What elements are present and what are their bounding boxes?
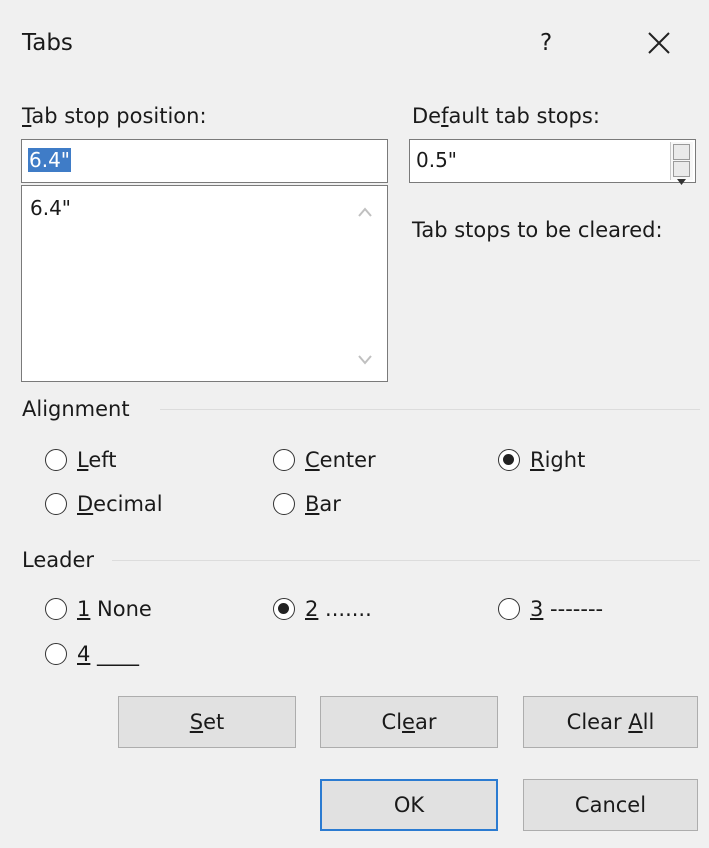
radio-label: 4 ____ <box>77 642 140 666</box>
set-button[interactable]: Set <box>118 696 296 748</box>
clear-button[interactable]: Cl e ar <box>320 696 498 748</box>
tab-stop-position-value: 6.4" <box>28 148 72 172</box>
leader-divider <box>112 560 700 561</box>
radio-label: Decimal <box>77 492 163 516</box>
radio-label: Bar <box>305 492 341 516</box>
spin-up-button[interactable] <box>673 144 690 168</box>
alignment-bar-radio[interactable]: Bar <box>273 492 341 516</box>
radio-circle <box>273 493 295 515</box>
radio-circle <box>45 449 67 471</box>
radio-circle-selected <box>273 598 295 620</box>
alignment-group-label: Alignment <box>22 397 130 421</box>
alignment-divider <box>160 409 700 410</box>
scroll-down-icon[interactable] <box>357 354 373 366</box>
leader-group-label: Leader <box>22 548 95 572</box>
alignment-center-radio[interactable]: Center <box>273 448 376 472</box>
list-item[interactable]: 6.4" <box>30 196 71 220</box>
leader-underline-radio[interactable]: 4 ____ <box>45 642 139 666</box>
tab-stop-position-input[interactable]: 6.4" <box>21 139 388 183</box>
spinner[interactable] <box>670 142 693 185</box>
tab-stops-to-be-cleared-label: Tab stops to be cleared: <box>412 218 663 242</box>
radio-label: 2 ....... <box>305 597 372 621</box>
default-tab-stops-value: 0.5" <box>416 148 458 172</box>
radio-label: Center <box>305 448 376 472</box>
tab-stop-list[interactable]: 6.4" <box>21 185 388 382</box>
tab-stop-position-label: Tab stop position: <box>22 104 207 128</box>
radio-label: 1 None <box>77 597 152 621</box>
ok-button[interactable]: OK <box>320 779 498 831</box>
scroll-up-icon[interactable] <box>357 206 373 218</box>
spin-down-icon <box>677 179 686 185</box>
spin-down-button[interactable] <box>673 161 690 185</box>
radio-label: 3 ------- <box>530 597 604 621</box>
default-tab-stops-input[interactable]: 0.5" <box>409 139 696 185</box>
help-button[interactable]: ? <box>540 30 552 56</box>
default-tab-stops-label: Default tab stops: <box>412 104 600 128</box>
radio-circle <box>498 598 520 620</box>
dialog-title: Tabs <box>22 30 73 56</box>
leader-dashes-radio[interactable]: 3 ------- <box>498 597 603 621</box>
radio-label: Right <box>530 448 586 472</box>
radio-circle-selected <box>498 449 520 471</box>
leader-none-radio[interactable]: 1 None <box>45 597 152 621</box>
radio-circle <box>273 449 295 471</box>
alignment-right-radio[interactable]: Right <box>498 448 585 472</box>
close-icon[interactable] <box>640 24 680 64</box>
radio-circle <box>45 643 67 665</box>
alignment-decimal-radio[interactable]: Decimal <box>45 492 163 516</box>
clear-all-button[interactable]: Clear All <box>523 696 698 748</box>
radio-circle <box>45 598 67 620</box>
leader-dots-radio[interactable]: 2 ....... <box>273 597 372 621</box>
radio-label: Left <box>77 448 117 472</box>
alignment-left-radio[interactable]: Left <box>45 448 117 472</box>
radio-circle <box>45 493 67 515</box>
cancel-button[interactable]: Cancel <box>523 779 698 831</box>
